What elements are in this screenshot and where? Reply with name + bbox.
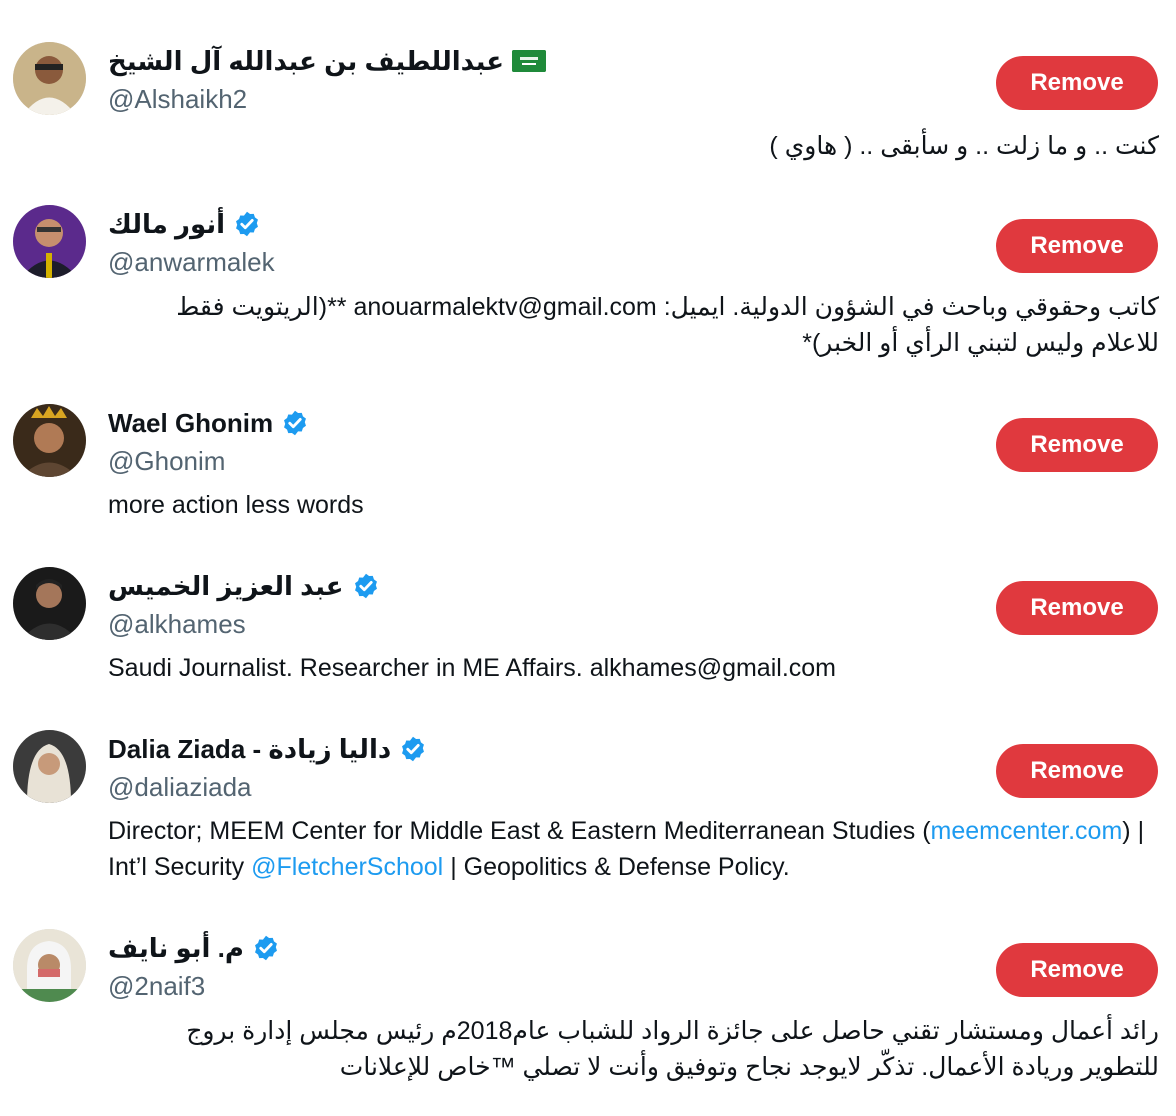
verified-badge-icon [352, 572, 380, 600]
display-name[interactable]: عبد العزيز الخميس [108, 571, 344, 602]
following-list: عبداللطيف بن عبدالله آل الشيخ @Alshaikh2… [0, 0, 1176, 1116]
user-bio: Saudi Journalist. Researcher in ME Affai… [108, 654, 836, 682]
display-name-line[interactable]: Wael Ghonim [108, 406, 309, 440]
bio-mention-link[interactable]: @FletcherSchool [251, 853, 443, 881]
saudi-flag-icon [512, 50, 547, 72]
remove-button[interactable]: Remove [996, 418, 1158, 472]
avatar[interactable] [13, 404, 86, 477]
remove-button[interactable]: Remove [996, 581, 1158, 635]
avatar[interactable] [13, 205, 86, 278]
user-bio: more action less words [108, 491, 364, 519]
bio-link[interactable]: meemcenter.com [931, 817, 1123, 845]
display-name[interactable]: عبداللطيف بن عبدالله آل الشيخ [108, 46, 504, 77]
remove-button[interactable]: Remove [996, 943, 1158, 997]
bio-text: | Geopolitics & Defense Policy. [443, 853, 790, 881]
user-handle[interactable]: @daliaziada [108, 770, 251, 804]
display-name-line[interactable]: Dalia Ziada - داليا زيادة [108, 732, 427, 766]
user-handle[interactable]: @alkhames [108, 607, 246, 641]
display-name-line[interactable]: م. أبو نايف [108, 931, 280, 965]
user-bio: كاتب وحقوقي وباحث في الشؤون الدولية. ايم… [176, 293, 1159, 357]
display-name[interactable]: Dalia Ziada - داليا زيادة [108, 734, 391, 765]
verified-badge-icon [399, 735, 427, 763]
display-name-line[interactable]: عبداللطيف بن عبدالله آل الشيخ [108, 44, 547, 78]
avatar[interactable] [13, 929, 86, 1002]
user-handle[interactable]: @Alshaikh2 [108, 82, 247, 116]
display-name[interactable]: Wael Ghonim [108, 408, 273, 439]
user-bio: رائد أعمال ومستشار تقني حاصل على جائزة ا… [186, 1017, 1159, 1081]
verified-badge-icon [252, 934, 280, 962]
display-name-line[interactable]: أنور مالك [108, 207, 261, 241]
avatar[interactable] [13, 567, 86, 640]
user-bio: كنت .. و ما زلت .. و سأبقى .. ( هاوي ) [769, 132, 1159, 160]
verified-badge-icon [233, 210, 261, 238]
remove-button[interactable]: Remove [996, 219, 1158, 273]
remove-button[interactable]: Remove [996, 744, 1158, 798]
verified-badge-icon [281, 409, 309, 437]
user-bio: Director; MEEM Center for Middle East & … [108, 813, 1168, 885]
user-handle[interactable]: @anwarmalek [108, 245, 275, 279]
display-name[interactable]: م. أبو نايف [108, 933, 244, 964]
remove-button[interactable]: Remove [996, 56, 1158, 110]
avatar[interactable] [13, 42, 86, 115]
user-handle[interactable]: @Ghonim [108, 444, 225, 478]
avatar[interactable] [13, 730, 86, 803]
display-name-line[interactable]: عبد العزيز الخميس [108, 569, 380, 603]
user-handle[interactable]: @2naif3 [108, 969, 205, 1003]
bio-text: Director; MEEM Center for Middle East & … [108, 817, 931, 845]
display-name[interactable]: أنور مالك [108, 209, 225, 240]
